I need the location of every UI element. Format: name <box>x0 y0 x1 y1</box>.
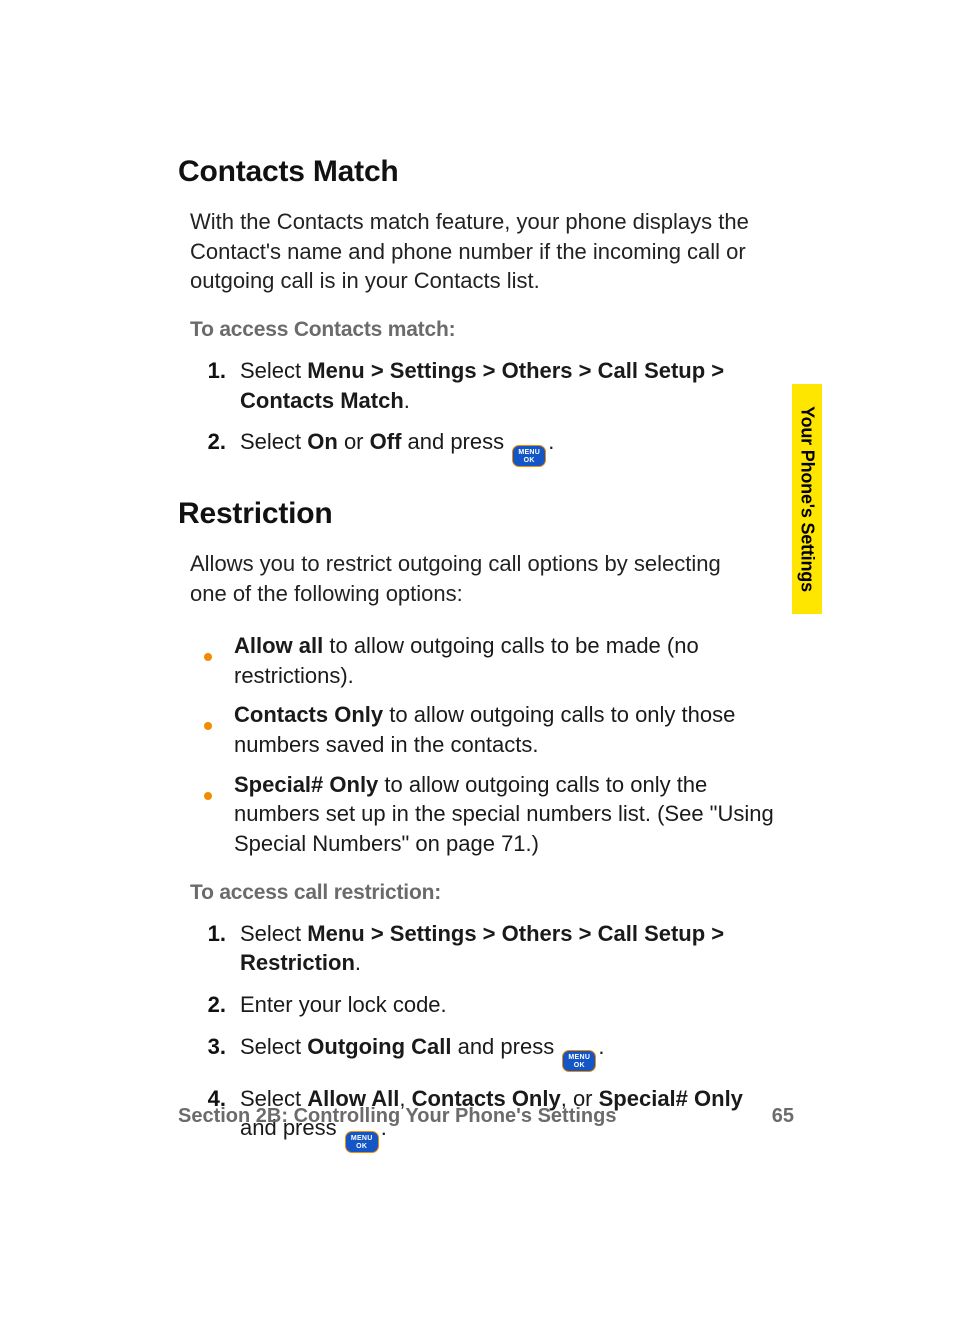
menu-ok-bottom: OK <box>356 1143 367 1150</box>
side-tab-label: Your Phone's Settings <box>797 406 818 592</box>
page-footer: Section 2B: Controlling Your Phone's Set… <box>178 1105 794 1128</box>
step-text: Select <box>240 429 307 454</box>
option-allow-all: Allow all <box>234 633 323 658</box>
step-post: . <box>548 429 554 454</box>
list-item: Special# Only to allow outgoing calls to… <box>204 770 794 859</box>
restriction-options: Allow all to allow outgoing calls to be … <box>204 631 794 859</box>
option-contacts-only: Contacts Only <box>234 702 383 727</box>
step-text: or <box>338 429 370 454</box>
menu-ok-icon: MENUOK <box>345 1131 379 1153</box>
step-body: Select On or Off and press MENUOK. <box>240 427 774 467</box>
step-body: Select Outgoing Call and press MENUOK. <box>240 1032 774 1072</box>
side-tab: Your Phone's Settings <box>792 384 822 614</box>
step-body: Enter your lock code. <box>240 990 774 1020</box>
menu-ok-top: MENU <box>518 449 540 456</box>
manual-page: Your Phone's Settings Contacts Match Wit… <box>0 0 954 1336</box>
menu-ok-top: MENU <box>568 1054 590 1061</box>
intro-contacts-match: With the Contacts match feature, your ph… <box>190 207 750 296</box>
list-item: Allow all to allow outgoing calls to be … <box>204 631 794 690</box>
step-bold: Menu > Settings > Others > Call Setup > … <box>240 358 724 413</box>
bullet-icon <box>204 700 234 738</box>
menu-ok-bottom: OK <box>574 1062 585 1069</box>
step-text: Enter your lock code. <box>240 992 447 1017</box>
step-off: Off <box>370 429 402 454</box>
step-bold: Menu > Settings > Others > Call Setup > … <box>240 921 724 976</box>
step-3: 3. Select Outgoing Call and press MENUOK… <box>204 1032 774 1072</box>
menu-ok-top: MENU <box>351 1135 373 1142</box>
step-text: and press <box>401 429 510 454</box>
menu-ok-bottom: OK <box>524 457 535 464</box>
step-body: Select Menu > Settings > Others > Call S… <box>240 356 774 415</box>
step-marker: 3. <box>204 1032 240 1062</box>
bullet-body: Special# Only to allow outgoing calls to… <box>234 770 794 859</box>
list-item: Contacts Only to allow outgoing calls to… <box>204 700 794 759</box>
step-text: Select <box>240 1034 307 1059</box>
heading-contacts-match: Contacts Match <box>178 155 794 189</box>
step-post: . <box>355 950 361 975</box>
option-special-only: Special# Only <box>234 772 378 797</box>
heading-restriction: Restriction <box>178 497 794 531</box>
step-marker: 2. <box>204 427 240 457</box>
subhead-restriction: To access call restriction: <box>190 881 794 905</box>
step-on: On <box>307 429 338 454</box>
step-post: . <box>598 1034 604 1059</box>
step-1: 1. Select Menu > Settings > Others > Cal… <box>204 356 774 415</box>
step-text: Select <box>240 921 307 946</box>
step-marker: 1. <box>204 919 240 949</box>
page-number: 65 <box>772 1105 794 1128</box>
menu-ok-icon: MENUOK <box>562 1050 596 1072</box>
steps-contacts-match: 1. Select Menu > Settings > Others > Cal… <box>204 356 774 467</box>
step-1: 1. Select Menu > Settings > Others > Cal… <box>204 919 774 978</box>
step-post: . <box>404 388 410 413</box>
bullet-icon <box>204 770 234 808</box>
bullet-body: Contacts Only to allow outgoing calls to… <box>234 700 794 759</box>
footer-section: Section 2B: Controlling Your Phone's Set… <box>178 1105 617 1128</box>
step-2: 2. Select On or Off and press MENUOK. <box>204 427 774 467</box>
step-outgoing-call: Outgoing Call <box>307 1034 451 1059</box>
step-marker: 1. <box>204 356 240 386</box>
step-2: 2. Enter your lock code. <box>204 990 774 1020</box>
subhead-contacts-match: To access Contacts match: <box>190 318 794 342</box>
bullet-body: Allow all to allow outgoing calls to be … <box>234 631 794 690</box>
restriction-block: Restriction Allows you to restrict outgo… <box>178 497 794 1153</box>
intro-restriction: Allows you to restrict outgoing call opt… <box>190 549 750 608</box>
step-body: Select Menu > Settings > Others > Call S… <box>240 919 774 978</box>
bullet-icon <box>204 631 234 669</box>
menu-ok-icon: MENUOK <box>512 445 546 467</box>
step-text: and press <box>451 1034 560 1059</box>
step-text: Select <box>240 358 307 383</box>
step-marker: 2. <box>204 990 240 1020</box>
